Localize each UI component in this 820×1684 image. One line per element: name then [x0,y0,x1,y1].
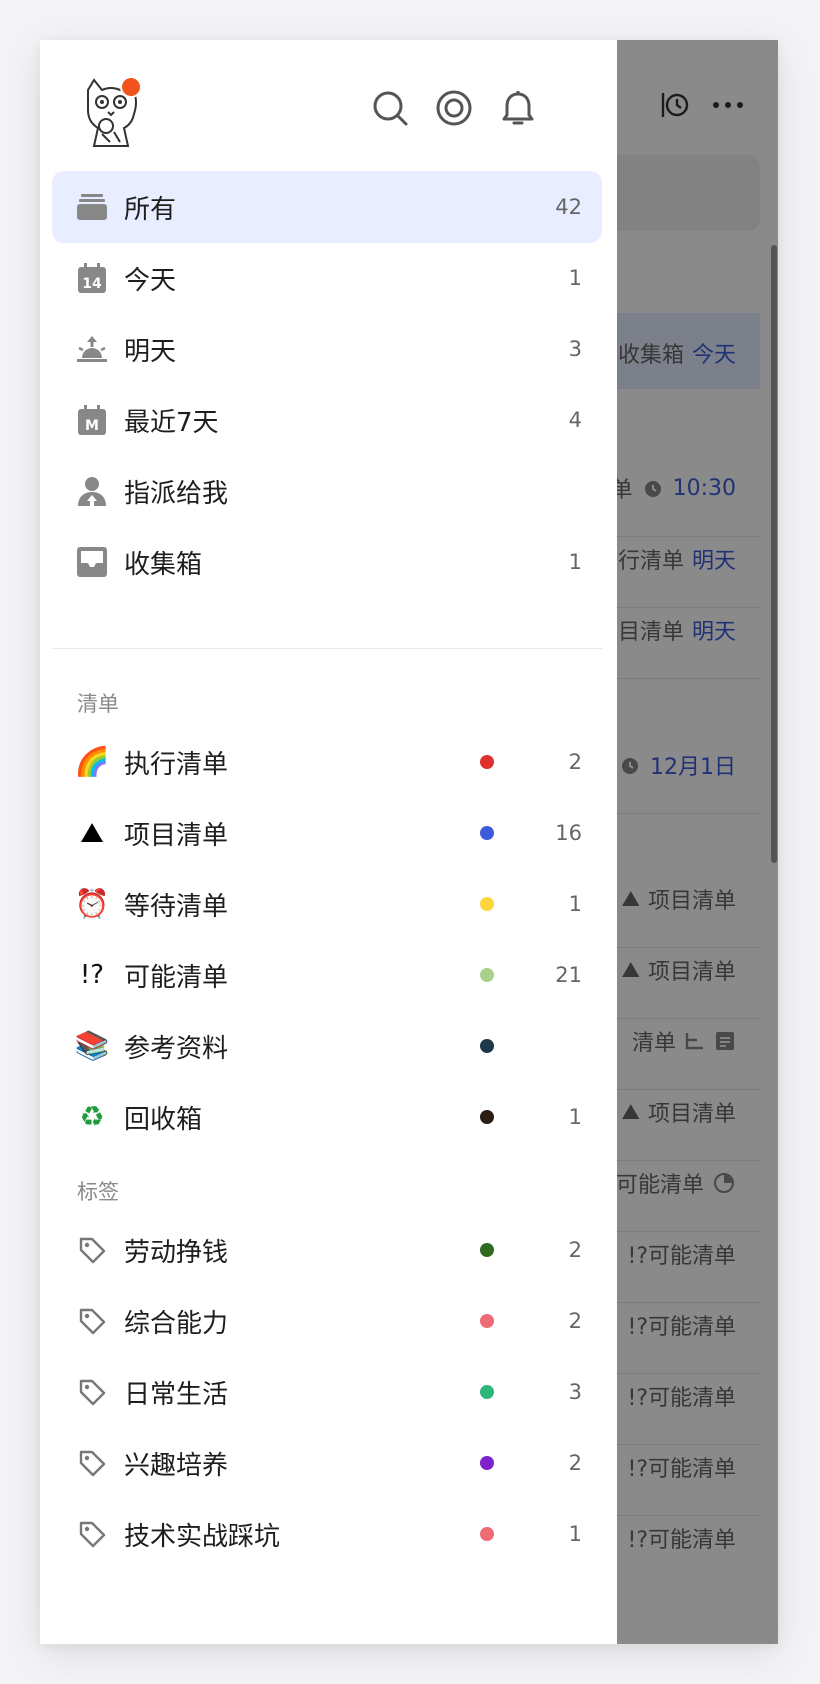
nav-item-assigned-to-me[interactable]: 指派给我 [52,455,602,527]
nav-item-count: 42 [555,195,582,219]
tags-section-title: 标签 [77,1180,119,1204]
list-item[interactable]: !? 可能清单 21 [52,939,602,1011]
side-drawer: 所有 42 14 今天 1 明天 3 M 最近7天 4 指派给我 收集箱 1 清… [40,40,617,1644]
nav-item-label: 最近7天 [124,407,219,438]
list-color-dot [480,968,494,982]
list-item-count: 16 [555,821,582,845]
tag-item[interactable]: 兴趣培养 2 [52,1427,602,1499]
rainbow-icon: 🌈 [74,745,110,778]
tag-icon [75,1304,109,1338]
books-icon: 📚 [74,1029,110,1062]
nav-item-all[interactable]: 所有 42 [52,171,602,243]
calendar-today-icon: 14 [75,261,109,295]
alarm-clock-icon: ⏰ [74,887,110,920]
list-item-count: 21 [555,963,582,987]
nav-item-count: 1 [568,550,582,574]
list-item-label: 执行清单 [124,749,229,780]
list-item[interactable]: ♻ 回收箱 1 [52,1081,602,1153]
drawer-header [40,40,617,180]
nav-item-count: 1 [568,266,582,290]
nav-item-count: 3 [568,337,582,361]
tag-item-label: 兴趣培养 [124,1450,229,1481]
tag-color-dot [480,1385,494,1399]
list-item-count: 1 [568,892,582,916]
tag-item[interactable]: 劳动挣钱 2 [52,1214,602,1286]
sunrise-icon [75,332,109,366]
list-color-dot [480,755,494,769]
inbox-stack-icon [75,190,109,224]
calendar-week-icon: M [75,403,109,437]
nav-item-label: 指派给我 [124,478,229,509]
tag-item[interactable]: 综合能力 2 [52,1285,602,1357]
nav-item-tomorrow[interactable]: 明天 3 [52,313,602,385]
nav-item-inbox[interactable]: 收集箱 1 [52,526,602,598]
tag-item-label: 日常生活 [124,1379,229,1410]
nav-item-today[interactable]: 14 今天 1 [52,242,602,314]
tag-item-label: 劳动挣钱 [124,1237,229,1268]
tag-item-count: 2 [568,1309,582,1333]
list-item[interactable]: 📚 参考资料 [52,1010,602,1082]
list-item-label: 等待清单 [124,891,229,922]
premium-badge-icon [120,76,142,98]
list-item-count: 1 [568,1105,582,1129]
recycle-icon: ♻ [79,1100,105,1133]
interrobang-icon: !? [79,960,105,990]
tag-color-dot [480,1314,494,1328]
tag-item-count: 1 [568,1522,582,1546]
nav-item-count: 4 [568,408,582,432]
assigned-user-icon [75,474,109,508]
nav-item-label: 收集箱 [124,549,203,580]
list-item-label: 项目清单 [124,820,229,851]
tag-icon [75,1375,109,1409]
calendar-day-number: 14 [82,276,102,292]
list-color-dot [480,826,494,840]
nav-item-next-7-days[interactable]: M 最近7天 4 [52,384,602,456]
lists-section-title: 清单 [77,692,119,716]
tag-item-label: 技术实战踩坑 [124,1521,281,1552]
list-color-dot [480,1039,494,1053]
nav-item-label: 今天 [124,265,177,296]
tag-color-dot [480,1527,494,1541]
divider [52,648,602,649]
app-window: 收集箱 今天 单 10:30 行清单 明天 目清单 明天 12月1日 ⛰ 项目清单 ⛰ 项目… [40,40,778,1644]
list-item-label: 回收箱 [124,1104,203,1135]
tag-item[interactable]: 日常生活 3 [52,1356,602,1428]
list-item-label: 参考资料 [124,1033,229,1064]
nav-item-label: 明天 [124,336,177,367]
scrollbar[interactable] [771,245,777,863]
tag-item[interactable]: 技术实战踩坑 1 [52,1498,602,1570]
search-icon[interactable] [370,88,410,128]
tag-icon [75,1517,109,1551]
list-item-count: 2 [568,750,582,774]
tag-item-count: 2 [568,1238,582,1262]
tag-item-count: 3 [568,1380,582,1404]
mountain-icon: ⛰ [80,816,104,849]
list-color-dot [480,1110,494,1124]
calendar-week-letter: M [85,418,99,434]
tag-icon [75,1233,109,1267]
list-item[interactable]: 🌈 执行清单 2 [52,726,602,798]
inbox-tray-icon [75,545,109,579]
tag-item-label: 综合能力 [124,1308,229,1339]
list-color-dot [480,897,494,911]
list-item[interactable]: ⏰ 等待清单 1 [52,868,602,940]
focus-icon[interactable] [434,88,474,128]
tag-color-dot [480,1456,494,1470]
tag-color-dot [480,1243,494,1257]
tag-icon [75,1446,109,1480]
list-item[interactable]: ⛰ 项目清单 16 [52,797,602,869]
notification-bell-icon[interactable] [498,88,538,128]
nav-item-label: 所有 [124,194,177,225]
list-item-label: 可能清单 [124,962,229,993]
tag-item-count: 2 [568,1451,582,1475]
